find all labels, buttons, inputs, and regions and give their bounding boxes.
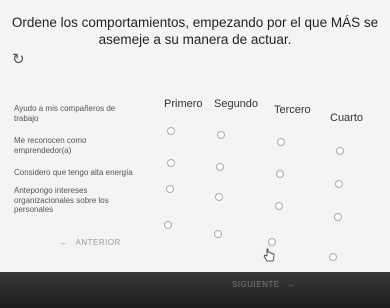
row-label-line: Considero que tengo alta energía (14, 168, 133, 177)
radio-row2-tercero[interactable] (276, 170, 284, 178)
row-label-line: emprendedor(a) (14, 145, 72, 155)
radio-row1-segundo[interactable] (217, 131, 225, 139)
radio-row4-segundo[interactable] (214, 230, 222, 238)
radio-row2-cuarto[interactable] (335, 180, 343, 188)
refresh-icon[interactable]: ↻ (12, 50, 25, 68)
row-label-line: Antepongo intereses (14, 186, 88, 195)
radio-row1-primero[interactable] (167, 127, 175, 135)
question-line-1: Ordene los comportamientos, empezando po… (11, 15, 379, 30)
back-button[interactable]: ← ANTERIOR (60, 238, 121, 247)
column-header-primero: Primero (164, 98, 203, 110)
back-label: ANTERIOR (75, 238, 121, 247)
radio-row4-cuarto[interactable] (329, 253, 337, 261)
row-label-energia: Considero que tengo alta energía (14, 168, 133, 178)
radio-row4-tercero[interactable] (268, 238, 276, 246)
row-label-ayudo: Ayudo a mis compañeros de trabajo (14, 104, 115, 123)
arrow-right-icon: → (286, 280, 296, 289)
radio-row2-primero[interactable] (167, 159, 175, 167)
column-header-tercero: Tercero (274, 104, 311, 116)
row-label-line: organizacionales sobre los (14, 195, 109, 205)
column-header-cuarto: Cuarto (330, 112, 364, 124)
screen-bezel (0, 272, 390, 308)
radio-row2-segundo[interactable] (216, 163, 224, 171)
row-label-line: personales (14, 205, 54, 214)
arrow-left-icon: ← (60, 238, 69, 247)
radio-row1-cuarto[interactable] (336, 147, 344, 155)
column-header-segundo: Segundo (214, 98, 259, 110)
question-line-2: asemeje a su manera de actuar. (98, 32, 292, 47)
row-label-emprendedor: Me reconocen como emprendedor(a) (14, 136, 86, 155)
radio-row3-segundo[interactable] (215, 193, 223, 201)
radio-row1-tercero[interactable] (277, 138, 285, 146)
survey-screen: Ordene los comportamientos, empezando po… (0, 0, 390, 278)
hand-cursor-icon (263, 248, 275, 262)
next-button[interactable]: SIGUIENTE → (232, 280, 295, 289)
row-label-intereses: Antepongo intereses organizacionales sob… (14, 186, 109, 215)
row-label-line: Ayudo a mis compañeros de (14, 104, 116, 113)
radio-row4-primero[interactable] (164, 221, 172, 229)
row-label-line: Me reconocen como (14, 136, 87, 145)
question-text: Ordene los comportamientos, empezando po… (0, 14, 390, 48)
radio-row3-tercero[interactable] (275, 202, 283, 210)
radio-row3-primero[interactable] (166, 185, 174, 193)
radio-row3-cuarto[interactable] (334, 213, 342, 221)
next-label: SIGUIENTE (232, 280, 280, 289)
row-label-line: trabajo (14, 113, 39, 123)
